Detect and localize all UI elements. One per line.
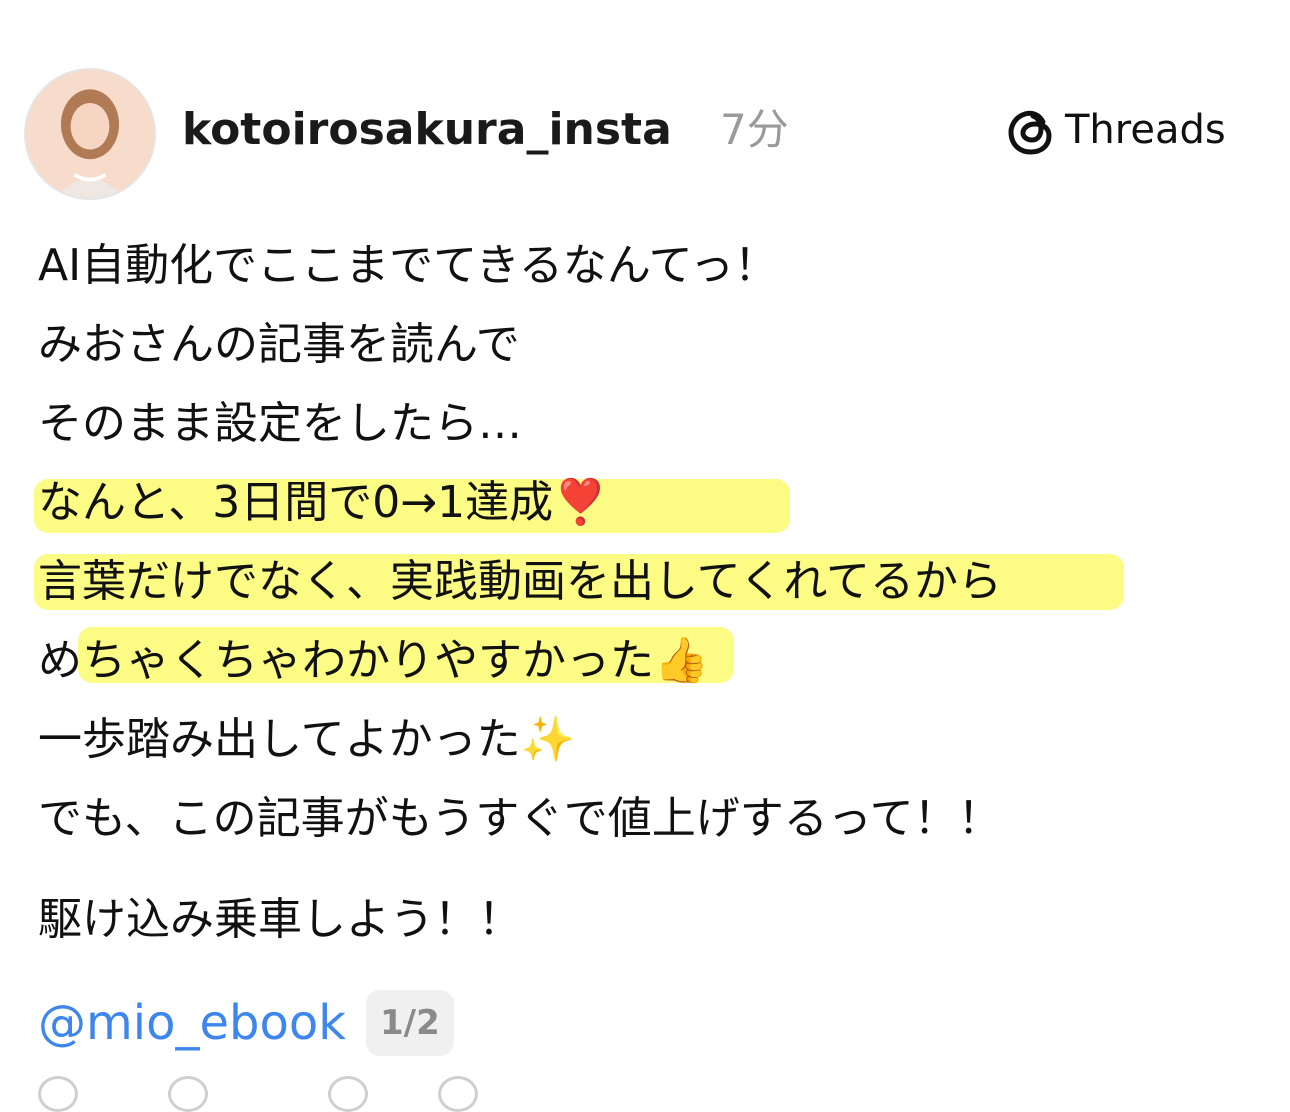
threads-logo-icon (1005, 102, 1057, 158)
post-line-highlighted: 言葉だけでなく、実践動画を出してくれてるから (34, 542, 1278, 621)
mention-link[interactable]: @mio_ebook (38, 992, 346, 1054)
post-line-highlighted: なんと、3日間で0→1達成❣️ (34, 463, 1278, 542)
mention-row: @mio_ebook 1/2 (38, 990, 454, 1056)
action-bar (38, 1076, 538, 1112)
repost-icon[interactable] (328, 1076, 368, 1112)
post-line-highlighted: めちゃくちゃわかりやすかった👍 (38, 621, 1278, 700)
reply-icon[interactable] (168, 1076, 208, 1112)
threads-label: Threads (1065, 107, 1226, 153)
threads-source[interactable]: Threads (1005, 102, 1226, 158)
profile-avatar[interactable] (24, 68, 156, 200)
post-line: 一歩踏み出してよかった✨ (38, 714, 576, 765)
like-icon[interactable] (38, 1076, 78, 1112)
username[interactable]: kotoirosakura_insta (182, 100, 672, 160)
post-line: そのまま設定をしたら… (38, 398, 522, 449)
post-body: AI自動化でここまでてきるなんてっ！ みおさんの記事を読んで そのまま設定をした… (34, 226, 1278, 959)
post-line: みおさんの記事を読んで (38, 319, 520, 370)
share-icon[interactable] (438, 1076, 478, 1112)
post-line: 駆け込み乗車しよう！！ (38, 894, 522, 945)
post-time: 7分 (720, 105, 789, 154)
post-line: でも、この記事がもうすぐで値上げするって！！ (38, 793, 1002, 844)
post-line: AI自動化でここまでてきるなんてっ！ (38, 240, 779, 291)
page-indicator-badge: 1/2 (366, 990, 454, 1056)
